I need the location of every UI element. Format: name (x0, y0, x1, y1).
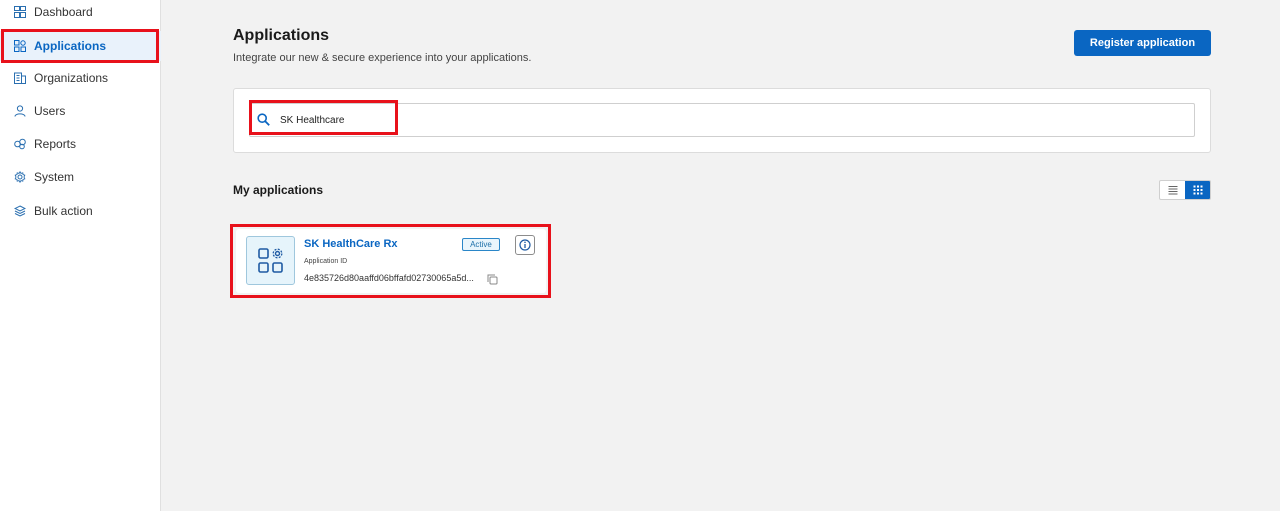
sidebar: Dashboard Applications Organizations Use… (0, 0, 161, 511)
applications-icon (14, 40, 26, 52)
page-subtitle: Integrate our new & secure experience in… (233, 52, 532, 64)
gear-icon (14, 171, 26, 183)
application-info-button[interactable] (515, 235, 535, 255)
sidebar-item-label: Applications (34, 39, 107, 53)
organizations-icon (14, 72, 26, 84)
layers-icon (14, 205, 26, 217)
sidebar-item-reports[interactable]: Reports (0, 129, 161, 159)
sidebar-item-label: Bulk action (34, 204, 93, 218)
sidebar-item-bulk-action[interactable]: Bulk action (0, 196, 161, 226)
sidebar-item-dashboard[interactable]: Dashboard (0, 0, 161, 27)
sidebar-item-label: Organizations (34, 71, 109, 85)
reports-icon (14, 138, 26, 150)
application-id-value: 4e835726d80aaffd06bffafd02730065a5d... (304, 273, 474, 283)
user-icon (14, 105, 26, 117)
application-logo (246, 236, 295, 285)
applications-icon (257, 247, 283, 273)
page-title: Applications (233, 27, 330, 44)
sidebar-item-label: Reports (34, 137, 77, 151)
sidebar-item-users[interactable]: Users (0, 96, 161, 126)
sidebar-item-label: System (34, 170, 75, 184)
grid-icon (1193, 185, 1202, 195)
status-badge: Active (462, 238, 500, 251)
copy-icon[interactable] (487, 272, 498, 285)
register-application-button[interactable]: Register application (1074, 30, 1211, 56)
sidebar-item-applications[interactable]: Applications (0, 31, 161, 61)
info-icon (519, 239, 531, 251)
sidebar-item-label: Users (34, 104, 66, 118)
sidebar-item-organizations[interactable]: Organizations (0, 63, 161, 93)
grid-view-button[interactable] (1185, 181, 1210, 199)
section-title: My applications (233, 183, 324, 197)
application-name-link[interactable]: SK HealthCare Rx (304, 238, 398, 250)
list-icon (1168, 185, 1177, 195)
sidebar-item-system[interactable]: System (0, 162, 161, 192)
dashboard-icon (14, 6, 26, 18)
search-icon (257, 113, 270, 126)
application-id-label: Application ID (304, 258, 348, 265)
sidebar-item-label: Dashboard (34, 5, 93, 19)
search-input[interactable] (280, 110, 1180, 130)
view-toggle (1159, 180, 1211, 200)
list-view-button[interactable] (1160, 181, 1185, 199)
